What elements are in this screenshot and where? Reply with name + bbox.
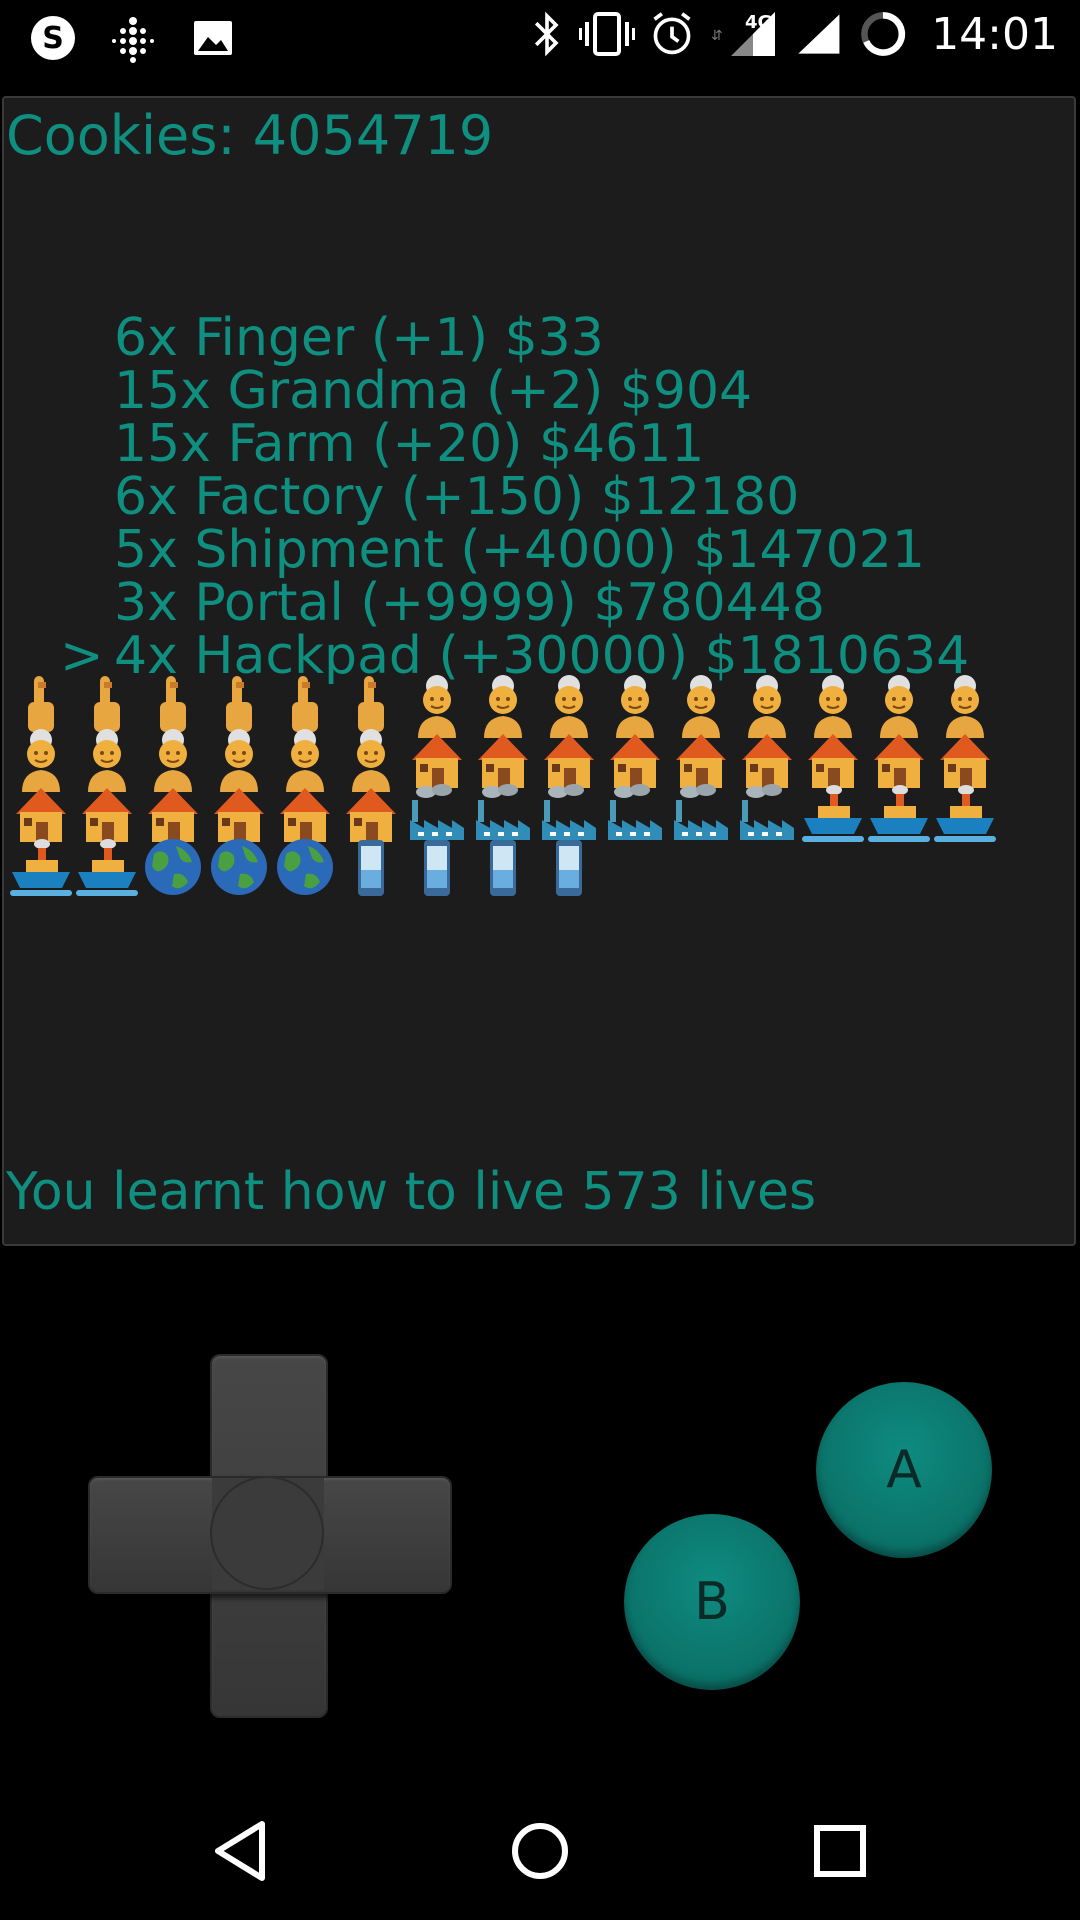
navigation-bar bbox=[0, 1776, 1080, 1920]
hackpad-icon bbox=[358, 840, 384, 896]
signal-icon bbox=[798, 14, 840, 54]
portal-icon bbox=[145, 839, 201, 895]
shipment-icon bbox=[868, 785, 930, 842]
factory-icon bbox=[608, 784, 662, 840]
cookies-counter: Cookies: 4054719 bbox=[6, 104, 494, 167]
alarm-icon bbox=[653, 12, 691, 55]
shop-item-label: 6x Finger (+1) $33 bbox=[114, 308, 604, 368]
hackpad-icon bbox=[556, 840, 582, 896]
shop-item-label: 15x Farm (+20) $4611 bbox=[114, 414, 705, 474]
skype-icon: S bbox=[31, 16, 75, 60]
b-button[interactable]: B bbox=[624, 1514, 800, 1690]
shop-item-label: 5x Shipment (+4000) $147021 bbox=[114, 520, 925, 580]
bluetooth-icon bbox=[535, 11, 559, 57]
network-type-label: 4G bbox=[745, 12, 772, 33]
svg-text:⇵: ⇵ bbox=[711, 28, 723, 44]
factory-icon bbox=[740, 784, 794, 840]
gallery-icon bbox=[194, 21, 232, 55]
portal-icon bbox=[277, 839, 333, 895]
lives-message: You learnt how to live 573 lives bbox=[6, 1162, 817, 1222]
dpad[interactable] bbox=[88, 1354, 452, 1718]
home-icon[interactable] bbox=[505, 1816, 575, 1886]
hackpad-icon bbox=[424, 840, 450, 896]
factory-icon bbox=[674, 784, 728, 840]
back-icon[interactable] bbox=[206, 1816, 276, 1886]
clock-time: 14:01 bbox=[931, 8, 1058, 60]
shipment-icon bbox=[802, 785, 864, 842]
battery-ring-icon bbox=[861, 12, 906, 56]
shipment-icon bbox=[76, 839, 138, 896]
vibrate-icon bbox=[579, 12, 636, 56]
a-button[interactable]: A bbox=[816, 1382, 992, 1558]
svg-text:S: S bbox=[42, 21, 64, 56]
shipment-icon bbox=[10, 839, 72, 896]
status-bar: S 4G ⇵ 14:01 bbox=[0, 0, 1080, 74]
shop-item-label: 15x Grandma (+2) $904 bbox=[114, 361, 753, 421]
dpad-center-ring bbox=[210, 1476, 324, 1590]
game-screen: Cookies: 4054719 6x Finger (+1) $33 15x G… bbox=[2, 96, 1076, 1246]
emoji-row bbox=[8, 839, 1008, 900]
building-emoji-grid bbox=[8, 675, 1008, 900]
hackpad-icon bbox=[490, 840, 516, 896]
portal-icon bbox=[211, 839, 267, 895]
recent-apps-icon[interactable] bbox=[805, 1816, 875, 1886]
shop-item-label: 3x Portal (+9999) $780448 bbox=[114, 573, 825, 633]
shipment-icon bbox=[934, 785, 996, 842]
signal-4g-icon: 4G ⇵ bbox=[711, 12, 776, 56]
fitbit-icon bbox=[112, 17, 154, 63]
shop-item-label: 6x Factory (+150) $12180 bbox=[114, 467, 800, 527]
